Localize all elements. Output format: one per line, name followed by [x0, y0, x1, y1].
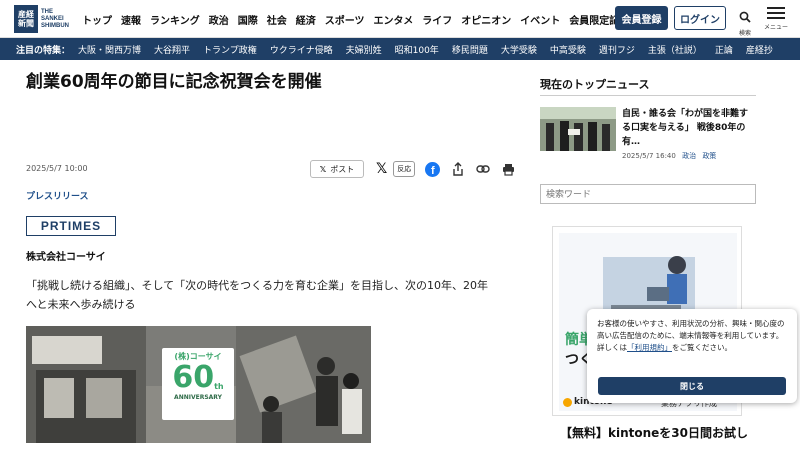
sidebar-divider — [540, 95, 756, 96]
logo-word: THE — [41, 8, 53, 15]
post-label: ポスト — [330, 164, 355, 174]
logo-wordmark: THE SANKEI SHIMBUN — [41, 9, 69, 30]
topic-link[interactable]: 正論 — [715, 43, 733, 56]
topic-link[interactable]: 昭和100年 — [395, 43, 439, 56]
topic-link[interactable]: 大阪・関西万博 — [78, 43, 141, 56]
cookie-notice: お客様の使いやすさ、利用状況の分析、興味・関心度の高い広告配信のために、端末情報… — [587, 309, 797, 403]
news-photo — [540, 107, 616, 151]
x-share-icon[interactable]: 𝕏 — [376, 161, 387, 177]
anniversary-badge: (株)コーサイ 60 th ANNIVERSARY — [162, 348, 234, 420]
lead-line: へと未来へ歩み続ける — [26, 298, 136, 311]
nav-item-ranking[interactable]: ランキング — [150, 12, 200, 27]
press-release-category[interactable]: プレスリリース — [26, 189, 89, 202]
nav-item-economy[interactable]: 経済 — [296, 12, 316, 27]
nav-item-life[interactable]: ライフ — [422, 12, 452, 27]
topic-link[interactable]: ウクライナ侵略 — [270, 43, 333, 56]
sidebar-heading: 現在のトップニュース — [540, 78, 650, 91]
copy-link-icon[interactable] — [476, 162, 490, 176]
menu-label: メニュー — [763, 24, 788, 31]
topic-link[interactable]: 大谷翔平 — [154, 43, 190, 56]
print-icon[interactable] — [501, 162, 515, 176]
site-logo[interactable]: 産経 新聞 THE SANKEI SHIMBUN — [14, 4, 69, 34]
facebook-icon[interactable]: f — [425, 161, 441, 177]
badge-text: ANNIVERSARY — [174, 394, 222, 401]
reaction-button[interactable]: 反応 — [393, 161, 416, 177]
main-nav: トップ 速報 ランキング 政治 国際 社会 経済 スポーツ エンタメ ライフ オ… — [82, 12, 638, 27]
kintone-icon — [563, 397, 572, 407]
register-button[interactable]: 会員登録 — [615, 6, 668, 30]
topic-link[interactable]: 大学受験 — [501, 43, 537, 56]
article-date: 2025/5/7 10:00 — [26, 164, 88, 173]
terms-link[interactable]: 「利用規約」 — [627, 343, 672, 352]
article-lead: 「挑戦し続ける組織」、そして「次の時代をつくる力を育む企業」を目指し、次の10年… — [26, 276, 521, 314]
topic-link[interactable]: 移民問題 — [452, 43, 488, 56]
x-post-button[interactable]: 𝕏 ポスト — [310, 160, 364, 178]
news-tag[interactable]: 政治 — [682, 152, 696, 160]
company-name: 株式会社コーサイ — [26, 252, 106, 263]
x-small-icon: 𝕏 — [319, 164, 327, 174]
share-toolbar: 𝕏 ポスト 𝕏 反応 f — [310, 160, 515, 178]
cookie-text-after: をご覧ください。 — [672, 343, 732, 352]
sidebar-search-input[interactable] — [540, 184, 756, 204]
nav-item-sports[interactable]: スポーツ — [325, 12, 365, 27]
badge-suffix: th — [214, 382, 224, 391]
badge-number: 60 — [172, 360, 215, 395]
logo-char: 新 — [18, 18, 26, 28]
featured-topics-bar: 注目の特集： 大阪・関西万博 大谷翔平 トランプ政権 ウクライナ侵略 夫婦別姓 … — [0, 38, 800, 60]
article-title: 創業60周年の節目に記念祝賀会を開催 — [26, 72, 322, 92]
share-icon[interactable] — [451, 162, 465, 176]
login-button[interactable]: ログイン — [674, 6, 726, 30]
nav-item-international[interactable]: 国際 — [238, 12, 258, 27]
topic-link[interactable]: トランプ政権 — [203, 43, 257, 56]
top-news-meta: 2025/5/7 16:40 政治 政策 — [622, 151, 716, 161]
topic-link[interactable]: 週刊フジ — [599, 43, 635, 56]
search-icon — [739, 11, 751, 23]
search-label: 検索 — [738, 30, 751, 37]
search-button[interactable]: 検索 — [736, 8, 754, 37]
nav-item-opinion[interactable]: オピニオン — [461, 12, 511, 27]
top-news-date: 2025/5/7 16:40 — [622, 152, 676, 160]
logo-mark: 産経 新聞 — [14, 5, 38, 33]
cookie-close-button[interactable]: 閉じる — [598, 377, 786, 395]
menu-button[interactable]: メニュー — [762, 7, 790, 31]
topic-link[interactable]: 産経抄 — [746, 43, 773, 56]
top-news-title[interactable]: 自民・誰る会「わが国を非難する口実を与える」 戦後80年の有… — [622, 107, 756, 149]
nav-item-event[interactable]: イベント — [520, 12, 560, 27]
hamburger-icon — [762, 7, 790, 19]
ad-title[interactable]: 【無料】kintoneを30日間お試し — [560, 424, 756, 443]
news-tag[interactable]: 政策 — [702, 152, 716, 160]
article-hero-image: (株)コーサイ 60 th ANNIVERSARY — [26, 326, 371, 443]
logo-word: SANKEI — [41, 15, 64, 22]
logo-word: SHIMBUN — [41, 22, 69, 29]
top-news-thumbnail[interactable] — [540, 107, 616, 151]
topics-lead: 注目の特集： — [16, 45, 71, 56]
prtimes-logo: PRTIMES — [26, 216, 116, 236]
topic-link[interactable]: 中高受験 — [550, 43, 586, 56]
nav-item-breaking[interactable]: 速報 — [121, 12, 141, 27]
nav-item-entertainment[interactable]: エンタメ — [374, 12, 414, 27]
cookie-text: お客様の使いやすさ、利用状況の分析、興味・関心度の高い広告配信のために、端末情報… — [597, 318, 787, 354]
nav-item-society[interactable]: 社会 — [267, 12, 287, 27]
nav-item-politics[interactable]: 政治 — [209, 12, 229, 27]
topic-link[interactable]: 主張（社説） — [648, 43, 702, 56]
lead-line: 「挑戦し続ける組織」、そして「次の時代をつくる力を育む企業」を目指し、次の10年… — [26, 279, 488, 292]
topic-link[interactable]: 夫婦別姓 — [346, 43, 382, 56]
site-header: 産経 新聞 THE SANKEI SHIMBUN トップ 速報 ランキング 政治… — [0, 0, 800, 38]
nav-item-top[interactable]: トップ — [82, 12, 112, 27]
logo-char: 聞 — [26, 18, 34, 28]
